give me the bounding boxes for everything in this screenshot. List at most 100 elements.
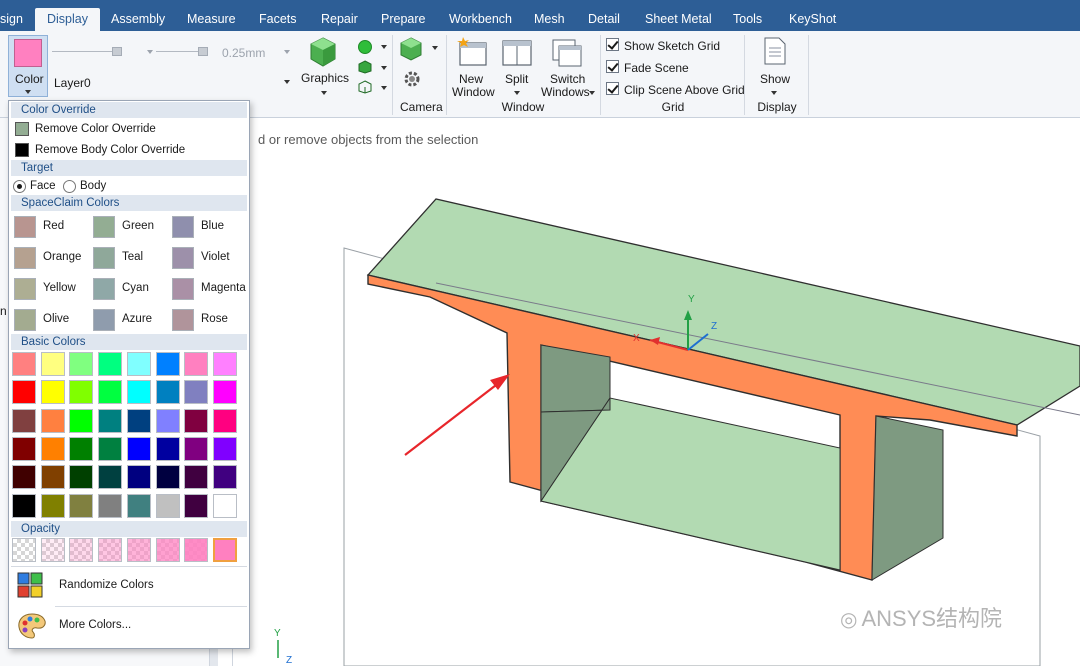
named-color-teal[interactable]: Teal [91, 245, 168, 273]
opacity-swatch[interactable] [212, 538, 237, 562]
chevron-down-icon[interactable] [147, 50, 153, 54]
tab-facets[interactable]: Facets [259, 0, 297, 31]
basic-color-swatch[interactable] [69, 436, 94, 461]
basic-color-swatch[interactable] [98, 408, 123, 433]
tab-sheet-metal[interactable]: Sheet Metal [645, 0, 712, 31]
basic-color-swatch[interactable] [212, 493, 237, 518]
chevron-down-icon[interactable] [381, 45, 387, 49]
basic-color-swatch[interactable] [126, 465, 151, 490]
show-button[interactable]: Show [756, 35, 794, 99]
chevron-down-icon[interactable] [284, 50, 290, 54]
line-width-value[interactable]: 0.25mm [222, 46, 265, 60]
switch-windows-button[interactable]: Switch Windows [540, 35, 596, 99]
named-color-cyan[interactable]: Cyan [91, 276, 168, 304]
basic-color-swatch[interactable] [69, 465, 94, 490]
named-color-magenta[interactable]: Magenta [170, 276, 247, 304]
named-color-red[interactable]: Red [12, 214, 89, 242]
tab-design[interactable]: sign [0, 0, 23, 31]
basic-color-swatch[interactable] [155, 380, 180, 405]
tab-tools[interactable]: Tools [733, 0, 762, 31]
basic-color-swatch[interactable] [126, 380, 151, 405]
basic-color-swatch[interactable] [212, 352, 237, 376]
gear-icon[interactable] [402, 69, 422, 89]
graphics-button[interactable]: Graphics [300, 35, 349, 99]
basic-color-swatch[interactable] [155, 408, 180, 433]
basic-color-swatch[interactable] [40, 352, 65, 376]
new-window-button[interactable]: New Window [450, 35, 496, 99]
opacity-swatch[interactable] [69, 538, 94, 562]
opacity-swatch[interactable] [155, 538, 180, 562]
basic-color-swatch[interactable] [12, 493, 36, 518]
show-sketch-grid-checkbox[interactable] [606, 38, 619, 51]
basic-color-swatch[interactable] [40, 436, 65, 461]
opacity-swatch[interactable] [40, 538, 65, 562]
basic-color-swatch[interactable] [126, 408, 151, 433]
basic-color-swatch[interactable] [12, 352, 36, 376]
color-button[interactable]: Color [8, 35, 48, 97]
opacity-swatch[interactable] [184, 538, 209, 562]
basic-color-swatch[interactable] [69, 380, 94, 405]
chevron-down-icon[interactable] [381, 66, 387, 70]
sphere-icon[interactable] [358, 40, 372, 54]
slider-handle-icon[interactable] [198, 47, 208, 56]
tab-display[interactable]: Display [35, 8, 100, 31]
tab-workbench[interactable]: Workbench [449, 0, 512, 31]
basic-color-swatch[interactable] [98, 493, 123, 518]
basic-color-swatch[interactable] [184, 380, 209, 405]
basic-color-swatch[interactable] [69, 352, 94, 376]
basic-color-swatch[interactable] [12, 408, 36, 433]
named-color-azure[interactable]: Azure [91, 307, 168, 335]
tab-prepare[interactable]: Prepare [381, 0, 425, 31]
randomize-colors-item[interactable]: Randomize Colors [13, 569, 245, 603]
basic-color-swatch[interactable] [12, 465, 36, 490]
basic-color-swatch[interactable] [126, 436, 151, 461]
face-radio[interactable] [13, 180, 26, 193]
named-color-rose[interactable]: Rose [170, 307, 247, 335]
remove-color-override-item[interactable]: Remove Color Override [13, 120, 245, 138]
basic-color-swatch[interactable] [155, 493, 180, 518]
remove-body-color-override-item[interactable]: Remove Body Color Override [13, 141, 245, 159]
tab-assembly[interactable]: Assembly [111, 0, 165, 31]
basic-color-swatch[interactable] [40, 465, 65, 490]
tab-repair[interactable]: Repair [321, 0, 358, 31]
basic-color-swatch[interactable] [184, 352, 209, 376]
named-color-orange[interactable]: Orange [12, 245, 89, 273]
basic-color-swatch[interactable] [12, 380, 36, 405]
basic-color-swatch[interactable] [212, 436, 237, 461]
slider-handle-icon[interactable] [112, 47, 122, 56]
opacity-swatch[interactable] [12, 538, 36, 562]
basic-color-swatch[interactable] [126, 493, 151, 518]
basic-color-swatch[interactable] [184, 436, 209, 461]
basic-color-swatch[interactable] [12, 436, 36, 461]
basic-color-swatch[interactable] [98, 380, 123, 405]
basic-color-swatch[interactable] [155, 436, 180, 461]
body-radio[interactable] [63, 180, 76, 193]
tab-keyshot[interactable]: KeyShot [789, 0, 836, 31]
basic-color-swatch[interactable] [184, 408, 209, 433]
chevron-down-icon[interactable] [381, 86, 387, 90]
fade-scene-checkbox[interactable] [606, 60, 619, 73]
basic-color-swatch[interactable] [126, 352, 151, 376]
basic-color-swatch[interactable] [98, 465, 123, 490]
chevron-down-icon[interactable] [432, 46, 438, 50]
more-colors-item[interactable]: More Colors... [13, 609, 245, 643]
clip-scene-checkbox[interactable] [606, 82, 619, 95]
solid-cube-icon[interactable] [358, 60, 372, 74]
basic-color-swatch[interactable] [212, 408, 237, 433]
layer-selector[interactable]: Layer0 [54, 76, 91, 90]
basic-color-swatch[interactable] [155, 352, 180, 376]
chevron-down-icon[interactable] [284, 80, 290, 84]
wireframe-cube-icon[interactable] [358, 80, 372, 94]
camera-cube-icon[interactable] [400, 37, 422, 61]
basic-color-swatch[interactable] [212, 380, 237, 405]
tab-measure[interactable]: Measure [187, 0, 236, 31]
basic-color-swatch[interactable] [69, 408, 94, 433]
named-color-yellow[interactable]: Yellow [12, 276, 89, 304]
named-color-green[interactable]: Green [91, 214, 168, 242]
opacity-swatch[interactable] [126, 538, 151, 562]
basic-color-swatch[interactable] [98, 436, 123, 461]
named-color-violet[interactable]: Violet [170, 245, 247, 273]
basic-color-swatch[interactable] [155, 465, 180, 490]
basic-color-swatch[interactable] [69, 493, 94, 518]
basic-color-swatch[interactable] [40, 493, 65, 518]
